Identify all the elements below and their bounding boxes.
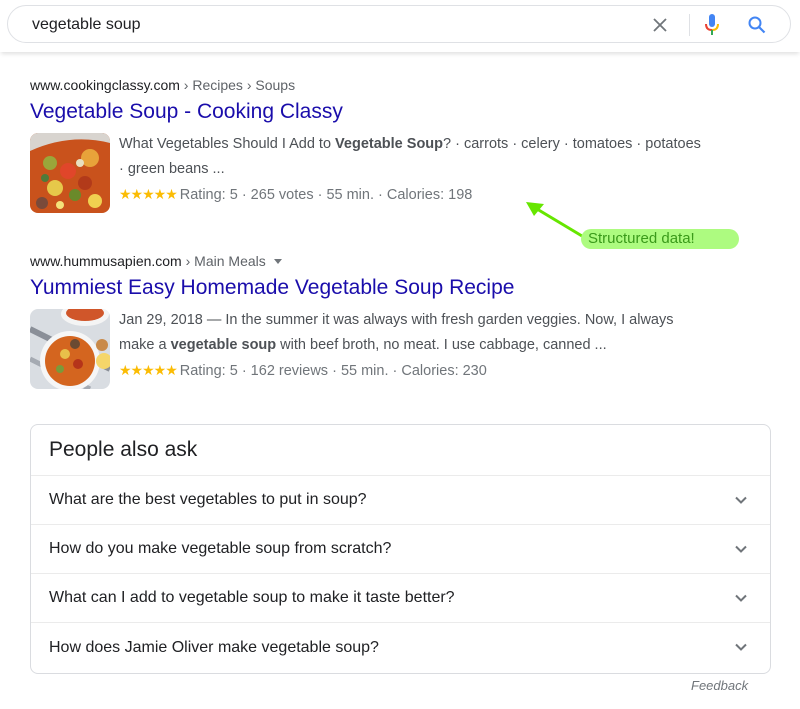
magnifier-icon — [748, 16, 766, 34]
result-breadcrumb[interactable]: www.hummusapien.com › Main Meals — [30, 252, 709, 270]
people-also-ask-title: People also ask — [31, 425, 770, 476]
result-snippet: What Vegetables Should I Add to Vegetabl… — [119, 132, 709, 213]
snippet-highlight: Vegetable Soup — [335, 136, 444, 152]
chevron-down-icon — [735, 594, 747, 602]
result-title-link[interactable]: Vegetable Soup - Cooking Classy — [30, 99, 709, 125]
star-rating-icon: ★★★★★ — [119, 362, 178, 378]
annotation-arrow-icon — [526, 202, 583, 238]
clear-search-button[interactable] — [649, 14, 671, 36]
vegetable-soup-bowl-image[interactable] — [30, 309, 110, 389]
search-input[interactable] — [32, 15, 632, 35]
microphone-icon — [705, 14, 719, 35]
result-domain: www.hummusapien.com — [30, 253, 182, 269]
search-result: www.cookingclassy.com › Recipes › Soups … — [30, 76, 709, 213]
result-title-link[interactable]: Yummiest Easy Homemade Vegetable Soup Re… — [30, 275, 709, 301]
paa-question[interactable]: How do you make vegetable soup from scra… — [31, 525, 770, 574]
result-snippet: Jan 29, 2018 — In the summer it was alwa… — [119, 308, 709, 389]
structured-data-annotation: Structured data! — [581, 229, 739, 249]
close-icon — [653, 18, 667, 32]
paa-question[interactable]: What are the best vegetables to put in s… — [31, 476, 770, 525]
search-result: www.hummusapien.com › Main Meals Yummies… — [30, 252, 709, 389]
result-domain: www.cookingclassy.com — [30, 77, 180, 93]
rating-details: Rating: 5 · 162 reviews · 55 min. · Calo… — [179, 363, 487, 379]
rating-line: ★★★★★ Rating: 5 · 162 reviews · 55 min. ·… — [119, 358, 709, 384]
search-button[interactable] — [746, 14, 768, 36]
rating-line: ★★★★★ Rating: 5 · 265 votes · 55 min. · C… — [119, 182, 709, 208]
feedback-link[interactable]: Feedback — [691, 678, 748, 693]
snippet-highlight: vegetable soup — [170, 337, 277, 353]
result-path: › Recipes › Soups — [179, 77, 296, 93]
search-header — [0, 0, 800, 52]
search-divider — [689, 14, 690, 36]
people-also-ask: People also ask What are the best vegeta… — [30, 424, 771, 674]
chevron-down-icon — [735, 643, 747, 651]
caret-down-icon[interactable] — [273, 259, 282, 264]
paa-question[interactable]: How does Jamie Oliver make vegetable sou… — [31, 623, 770, 672]
search-box — [7, 5, 791, 43]
voice-search-button[interactable] — [701, 14, 723, 36]
vegetable-soup-closeup-image[interactable] — [30, 133, 110, 213]
chevron-down-icon — [735, 496, 747, 504]
paa-question[interactable]: What can I add to vegetable soup to make… — [31, 574, 770, 623]
result-breadcrumb[interactable]: www.cookingclassy.com › Recipes › Soups — [30, 76, 709, 94]
rating-details: Rating: 5 · 265 votes · 55 min. · Calori… — [179, 187, 473, 203]
chevron-down-icon — [735, 545, 747, 553]
star-rating-icon: ★★★★★ — [119, 186, 178, 202]
result-path: › Main Meals — [181, 253, 266, 269]
